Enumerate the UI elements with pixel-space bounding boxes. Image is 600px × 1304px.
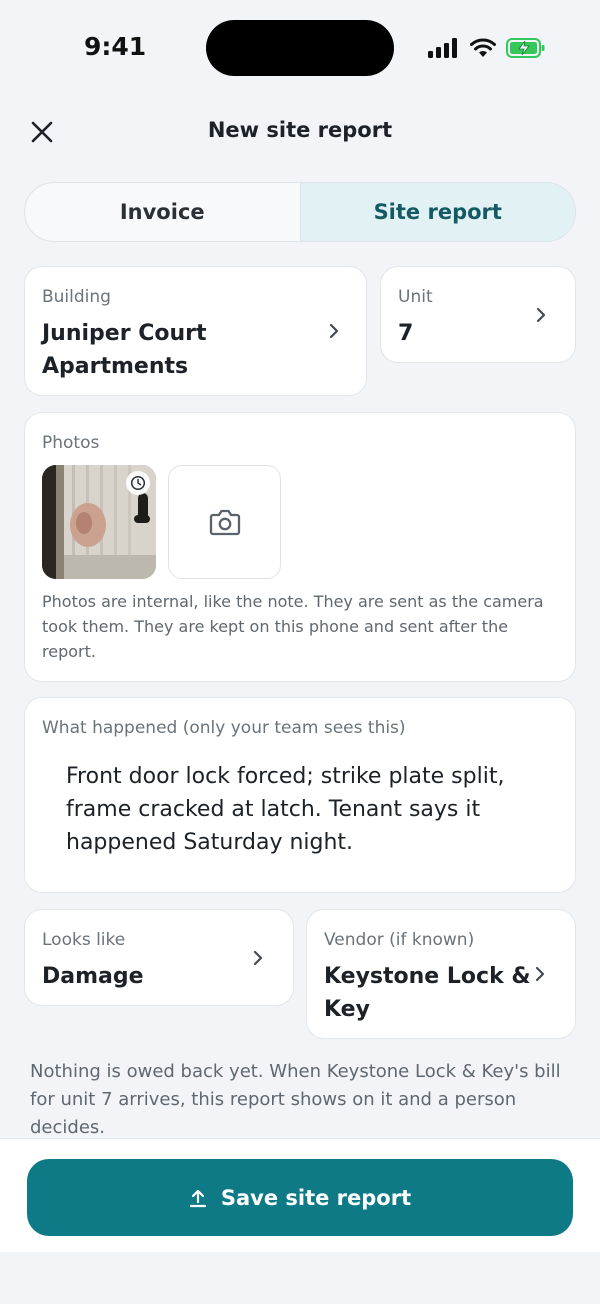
photo-thumbnail[interactable] bbox=[42, 465, 156, 579]
tab-invoice[interactable]: Invoice bbox=[25, 183, 300, 241]
looks-like-field[interactable]: Looks like Damage bbox=[24, 909, 294, 1006]
report-type-toggle: Invoice Site report bbox=[24, 182, 576, 242]
status-bar: 9:41 bbox=[0, 0, 600, 96]
what-happened-field[interactable]: What happened (only your team sees this)… bbox=[24, 697, 576, 893]
vendor-value: Keystone Lock & Key bbox=[324, 964, 531, 1022]
vendor-field[interactable]: Vendor (if known) Keystone Lock & Key bbox=[306, 909, 576, 1039]
pending-badge bbox=[126, 471, 150, 495]
vendor-label: Vendor (if known) bbox=[324, 930, 475, 950]
page-title: New site report bbox=[207, 118, 393, 142]
status-time: 9:41 bbox=[84, 32, 147, 61]
chevron-right-icon bbox=[535, 966, 545, 982]
photos-label: Photos bbox=[42, 433, 100, 453]
nav-header: New site report bbox=[0, 100, 600, 164]
photos-note: Photos are internal, like the note. They… bbox=[42, 592, 544, 661]
what-happened-label: What happened (only your team sees this) bbox=[42, 718, 406, 738]
photos-card: Photos Photos are internal, like the not… bbox=[24, 412, 576, 682]
upload-icon bbox=[189, 1189, 206, 1207]
tab-site-report[interactable]: Site report bbox=[299, 183, 575, 241]
signal-icon bbox=[428, 38, 457, 58]
add-photo-button[interactable] bbox=[168, 465, 281, 579]
battery-icon bbox=[506, 38, 545, 58]
looks-like-label: Looks like bbox=[42, 930, 126, 950]
building-value: Juniper Court Apartments bbox=[42, 321, 207, 379]
clock-icon bbox=[130, 475, 146, 491]
what-happened-text: Front door lock forced; strike plate spl… bbox=[66, 764, 505, 855]
looks-like-value: Damage bbox=[42, 964, 144, 989]
unit-field[interactable]: Unit 7 bbox=[380, 266, 576, 363]
chevron-right-icon bbox=[253, 950, 263, 966]
dynamic-island bbox=[206, 20, 394, 76]
unit-label: Unit bbox=[398, 287, 433, 307]
camera-icon bbox=[209, 509, 240, 536]
chevron-right-icon bbox=[536, 307, 546, 323]
save-button-label: Save site report bbox=[220, 1185, 412, 1210]
building-field[interactable]: Building Juniper Court Apartments bbox=[24, 266, 367, 396]
wifi-icon bbox=[470, 38, 496, 57]
building-label: Building bbox=[42, 287, 111, 307]
unit-value: 7 bbox=[398, 321, 414, 346]
reimbursement-note: Nothing is owed back yet. When Keystone … bbox=[30, 1061, 561, 1138]
status-icons bbox=[428, 36, 546, 60]
bottom-action-bar: Save site report bbox=[0, 1138, 600, 1252]
save-site-report-button[interactable]: Save site report bbox=[27, 1159, 573, 1236]
chevron-right-icon bbox=[329, 323, 339, 339]
